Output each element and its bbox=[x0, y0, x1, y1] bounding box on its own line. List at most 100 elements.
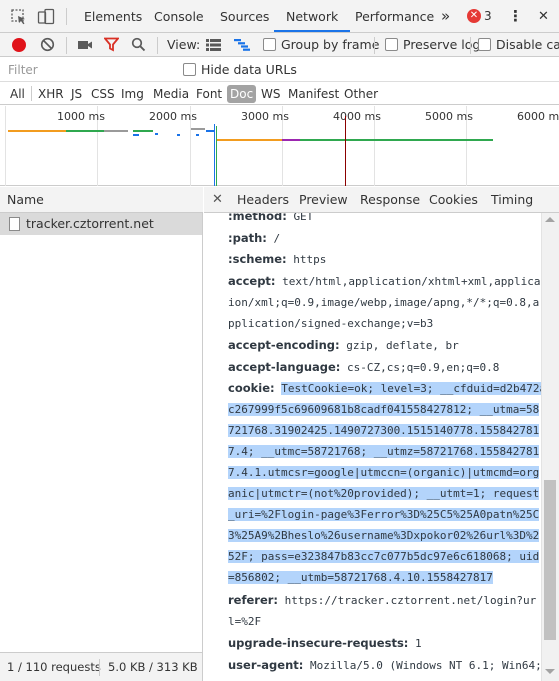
cookie-value-selected[interactable]: anic|utmctr=(not%20provided); __utmt=1; … bbox=[228, 487, 540, 500]
cookie-value-selected[interactable]: 7.4; __utmc=58721768; __utmz=58721768.15… bbox=[228, 445, 540, 458]
screenshot-camera-icon[interactable] bbox=[77, 38, 93, 52]
group-by-frame-checkbox[interactable] bbox=[263, 38, 276, 51]
timeline-bar bbox=[191, 128, 205, 130]
cookie-value-selected[interactable]: 7.4.1.utmcsr=google|utmccn=(organic)|utm… bbox=[228, 466, 540, 479]
timeline-bar bbox=[300, 139, 493, 141]
header-key: upgrade-insecure-requests: bbox=[228, 636, 409, 650]
timeline-overview[interactable]: 1000 ms 2000 ms 3000 ms 4000 ms 5000 ms … bbox=[0, 106, 559, 186]
request-headers-view[interactable]: :method: GET :path: / :scheme: https acc… bbox=[204, 213, 541, 681]
header-key: accept: bbox=[228, 274, 276, 288]
timeline-bar bbox=[133, 134, 139, 136]
record-icon[interactable] bbox=[12, 38, 26, 52]
hide-data-urls-label[interactable]: Hide data URLs bbox=[201, 58, 297, 82]
waterfall-overview-icon[interactable] bbox=[234, 39, 250, 51]
type-all[interactable]: All bbox=[7, 85, 28, 103]
cookie-value-selected[interactable]: =856802; __utmb=58721768.4.10.1558427817 bbox=[228, 571, 493, 584]
header-value: gzip, deflate, br bbox=[346, 339, 459, 352]
type-img[interactable]: Img bbox=[118, 85, 147, 103]
cookie-value-selected[interactable]: 721768.31902425.1490727300.1515140778.15… bbox=[228, 424, 540, 437]
dom-content-loaded-marker bbox=[214, 124, 215, 186]
resource-type-bar: All XHR JS CSS Img Media Font Doc WS Man… bbox=[0, 83, 559, 105]
timeline-tick-label: 6000 ms bbox=[517, 110, 559, 123]
type-js[interactable]: JS bbox=[68, 85, 85, 103]
error-icon[interactable]: ✕ bbox=[467, 9, 481, 23]
cookie-value-selected[interactable]: c267999f5c69609681b8cadf041558427812; __… bbox=[228, 403, 540, 416]
disable-cache-label[interactable]: Disable cac bbox=[496, 33, 559, 57]
disable-cache-checkbox[interactable] bbox=[478, 38, 491, 51]
timeline-bar bbox=[155, 133, 158, 135]
more-tabs-icon[interactable]: » bbox=[441, 0, 450, 32]
hide-data-urls-checkbox[interactable] bbox=[183, 63, 196, 76]
scroll-up-icon[interactable] bbox=[545, 217, 555, 222]
search-icon[interactable] bbox=[131, 37, 146, 52]
header-key: :method: bbox=[228, 213, 287, 223]
header-key: accept-encoding: bbox=[228, 338, 340, 352]
load-event-marker bbox=[345, 116, 346, 186]
device-toolbar-icon[interactable] bbox=[37, 8, 55, 26]
tab-sources[interactable]: Sources bbox=[220, 0, 269, 32]
request-count: 1 / 110 requests bbox=[7, 660, 101, 674]
filter-input[interactable] bbox=[8, 61, 168, 79]
menu-icon[interactable]: ⋮ bbox=[508, 0, 523, 32]
filter-bar: Hide data URLs bbox=[0, 58, 559, 82]
toolbar-divider bbox=[470, 37, 471, 54]
header-value-continued: pplication/signed-exchange;v=b3 bbox=[228, 317, 434, 330]
header-value: text/html,application/xhtml+xml,applicat bbox=[282, 275, 541, 288]
cookie-value-selected[interactable]: _uri=%2Flogin-page%3Ferror%3D%25C5%25A0p… bbox=[228, 508, 540, 521]
request-row[interactable]: tracker.cztorrent.net bbox=[0, 213, 202, 235]
type-other[interactable]: Other bbox=[341, 85, 381, 103]
tab-elements[interactable]: Elements bbox=[84, 0, 142, 32]
cookie-value-selected[interactable]: 3%25A9%2Bheslo%26username%3Dxpokor02%26u… bbox=[228, 529, 540, 542]
inspect-element-icon[interactable] bbox=[10, 8, 28, 26]
clear-icon[interactable] bbox=[40, 37, 55, 52]
scrollbar-thumb[interactable] bbox=[544, 480, 556, 640]
group-by-frame-label[interactable]: Group by frame bbox=[281, 33, 379, 57]
type-media[interactable]: Media bbox=[150, 85, 192, 103]
tab-cookies[interactable]: Cookies bbox=[429, 187, 478, 213]
name-column-header[interactable]: Name bbox=[0, 187, 203, 213]
filter-icon[interactable] bbox=[104, 37, 119, 52]
tab-headers[interactable]: Headers bbox=[237, 187, 289, 213]
header-cookie: cookie: TestCookie=ok; level=3; __cfduid… bbox=[228, 378, 541, 399]
type-manifest[interactable]: Manifest bbox=[285, 85, 342, 103]
header-value: https://tracker.cztorrent.net/login?ur bbox=[284, 594, 537, 607]
timeline-tick-label: 2000 ms bbox=[149, 110, 197, 123]
header-path: :path: / bbox=[228, 228, 280, 249]
type-ws[interactable]: WS bbox=[258, 85, 283, 103]
header-value: / bbox=[273, 232, 281, 245]
cookie-value-selected[interactable]: 52F; pass=e323847b83cc7c077b5dc97e6c6180… bbox=[228, 550, 540, 563]
cookie-value-selected[interactable]: TestCookie=ok; level=3; __cfduid=d2b472a bbox=[281, 382, 541, 395]
toolbar-divider bbox=[66, 37, 67, 54]
scroll-down-icon[interactable] bbox=[545, 669, 555, 674]
document-icon bbox=[9, 217, 20, 231]
preserve-log-checkbox[interactable] bbox=[385, 38, 398, 51]
header-value: GET bbox=[293, 213, 314, 223]
timeline-bar bbox=[133, 130, 153, 132]
timeline-tick-label: 5000 ms bbox=[425, 110, 473, 123]
header-value: Mozilla/5.0 (Windows NT 6.1; Win64; bbox=[309, 659, 541, 672]
timeline-tick-label: 4000 ms bbox=[333, 110, 381, 123]
close-detail-icon[interactable]: ✕ bbox=[212, 187, 223, 213]
tab-preview[interactable]: Preview bbox=[299, 187, 348, 213]
type-font[interactable]: Font bbox=[193, 85, 225, 103]
error-count[interactable]: 3 bbox=[484, 0, 492, 33]
preserve-log-label[interactable]: Preserve log bbox=[403, 33, 480, 57]
timeline-bar bbox=[196, 134, 199, 136]
timeline-bar bbox=[282, 139, 300, 141]
request-name[interactable]: tracker.cztorrent.net bbox=[26, 213, 154, 235]
close-icon[interactable]: ✕ bbox=[538, 0, 549, 32]
tab-console[interactable]: Console bbox=[154, 0, 204, 32]
large-rows-icon[interactable] bbox=[206, 39, 221, 51]
type-xhr[interactable]: XHR bbox=[35, 85, 67, 103]
view-label: View: bbox=[167, 37, 201, 52]
tab-response[interactable]: Response bbox=[360, 187, 420, 213]
header-scheme: :scheme: https bbox=[228, 249, 326, 270]
tab-timing[interactable]: Timing bbox=[491, 187, 533, 213]
toolbar-divider bbox=[374, 37, 375, 54]
type-doc[interactable]: Doc bbox=[227, 85, 257, 103]
tab-network[interactable]: Network bbox=[274, 0, 351, 32]
type-css[interactable]: CSS bbox=[88, 85, 118, 103]
tab-performance[interactable]: Performance bbox=[355, 0, 434, 32]
header-value-continued: l=%2F bbox=[228, 615, 262, 628]
header-value-continued: ion/xml;q=0.9,image/webp,image/apng,*/*;… bbox=[228, 296, 540, 309]
